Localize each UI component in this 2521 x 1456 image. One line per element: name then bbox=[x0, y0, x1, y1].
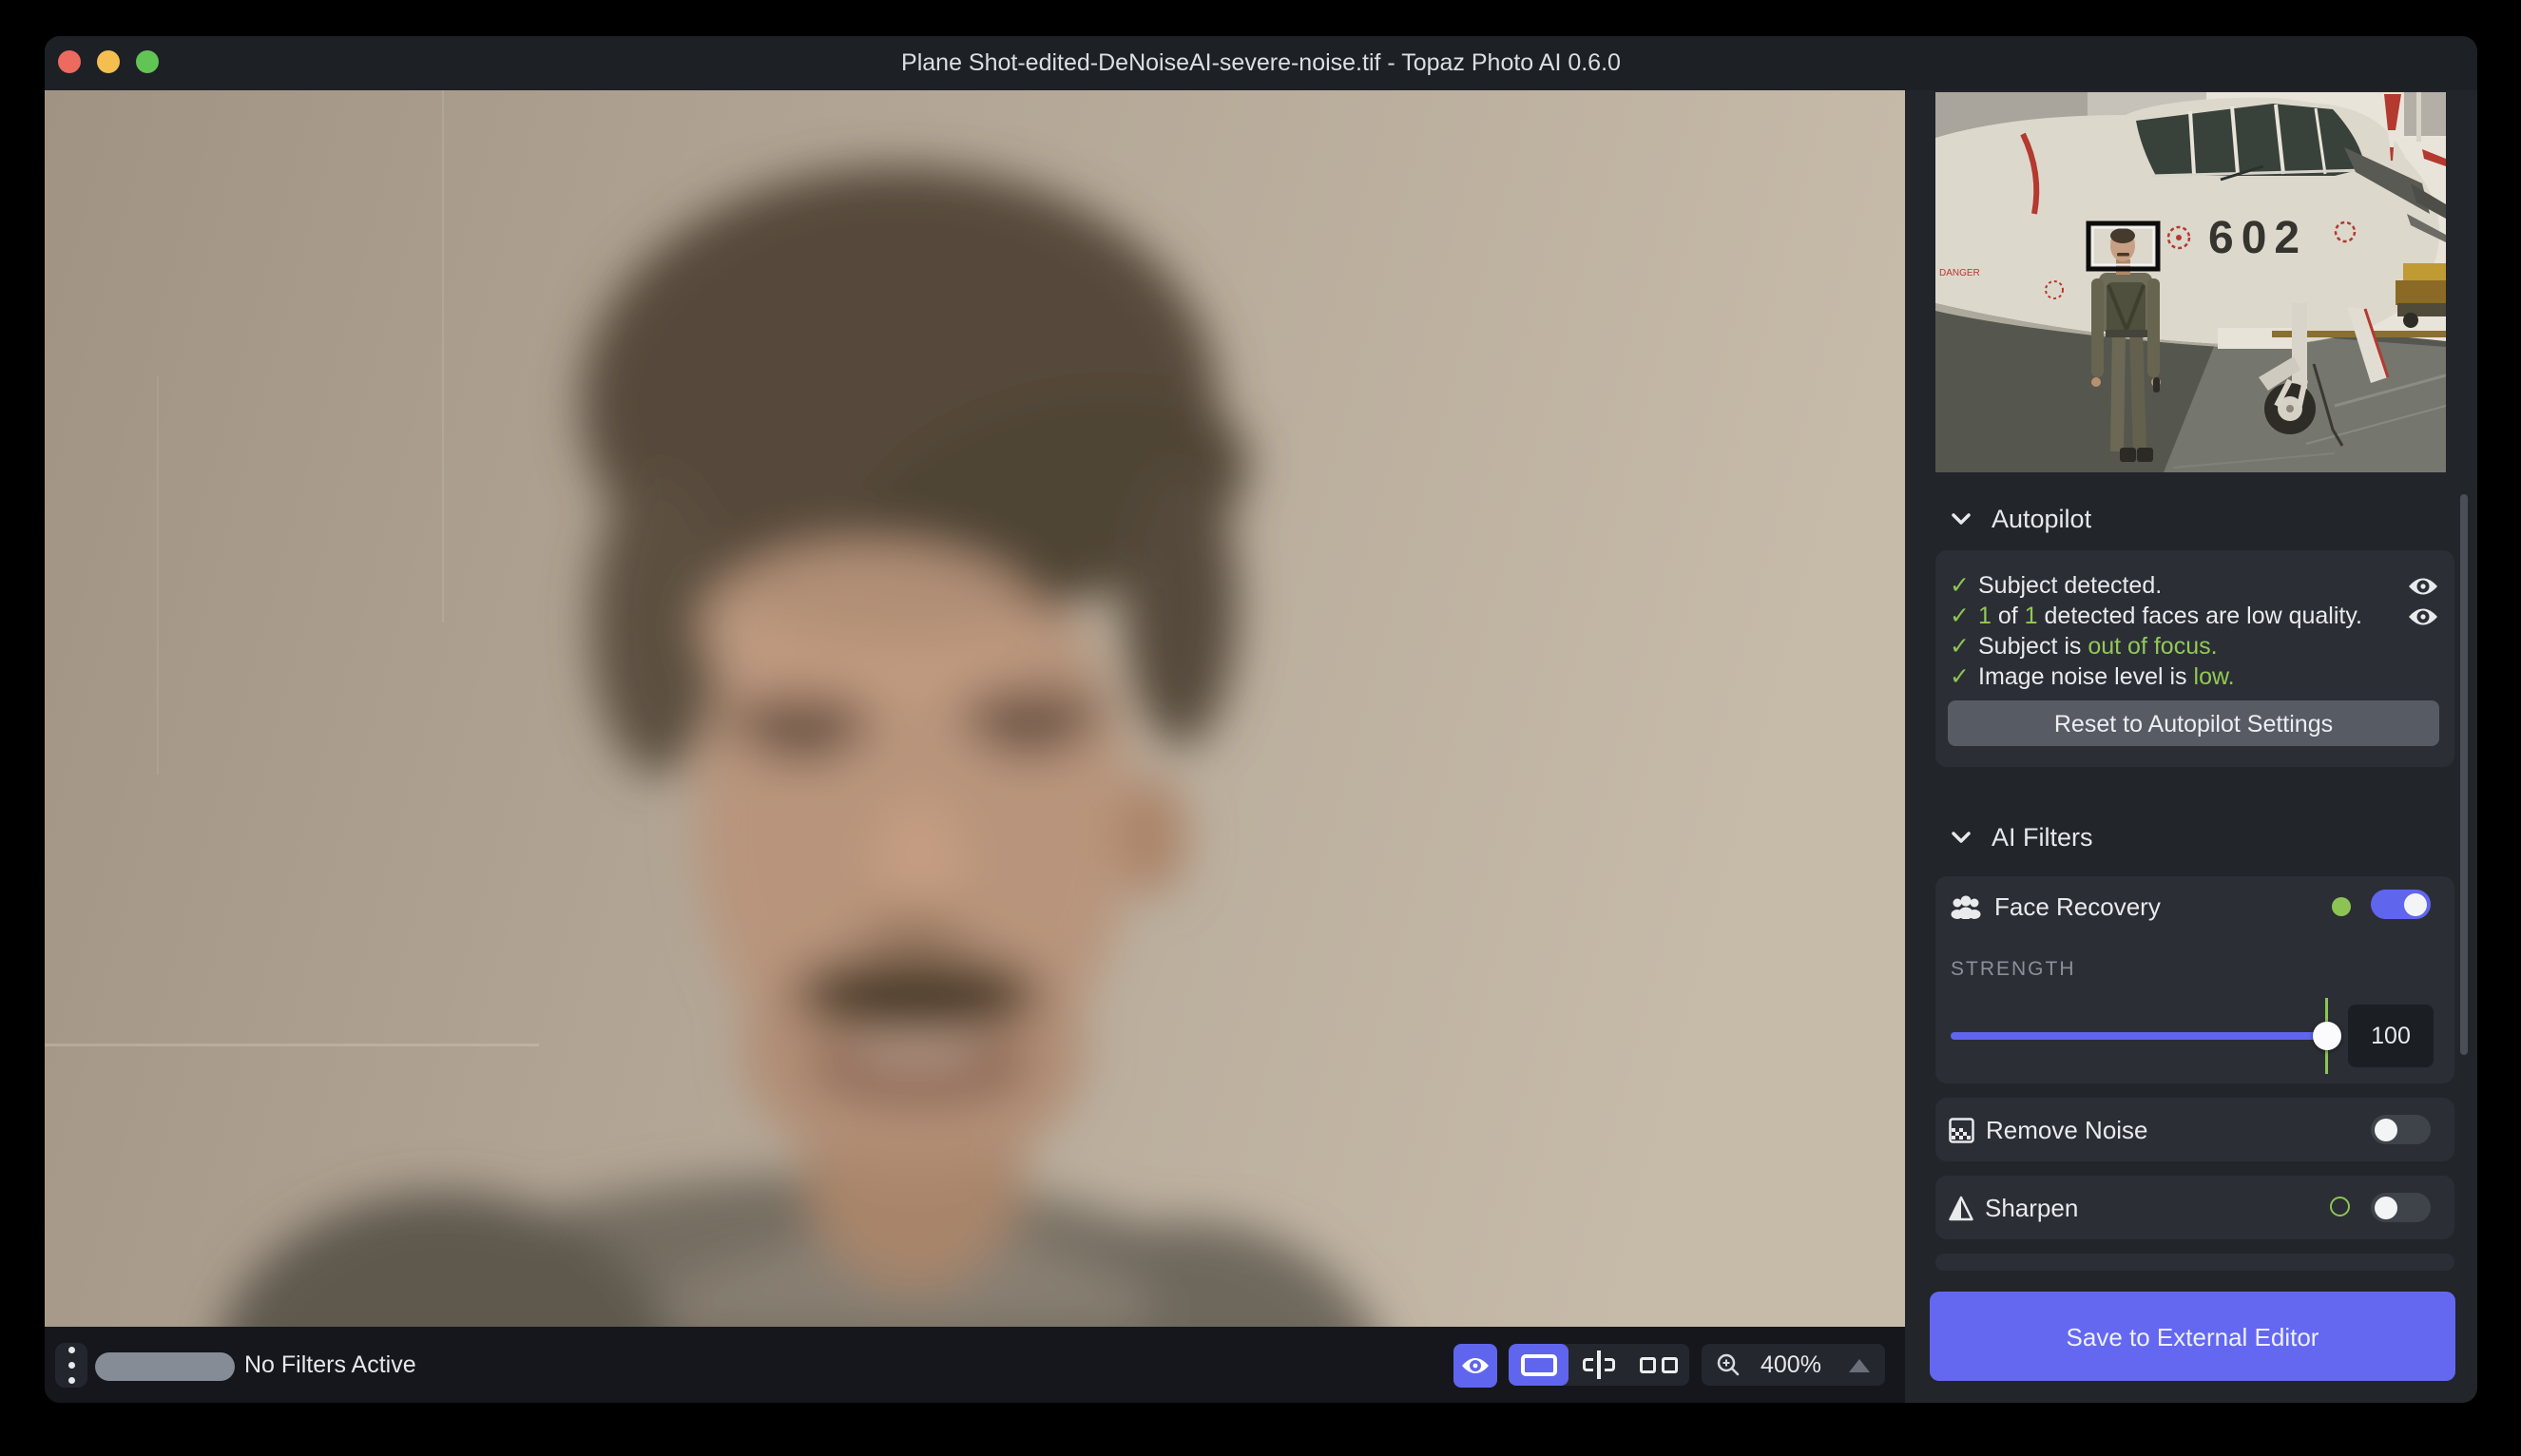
statusbar: No Filters Active bbox=[45, 1327, 1905, 1403]
autopilot-line: ✓1 of 1 detected faces are low quality. bbox=[1950, 601, 2362, 631]
autopilot-title: Autopilot bbox=[1992, 505, 2091, 534]
aircraft-number: 602 bbox=[2208, 213, 2307, 263]
autopilot-line: ✓Image noise level is low. bbox=[1950, 661, 2362, 692]
view-mode-side-by-side[interactable] bbox=[1629, 1344, 1689, 1386]
app-window: Plane Shot-edited-DeNoiseAI-severe-noise… bbox=[45, 36, 2477, 1403]
eye-icon bbox=[1460, 1355, 1491, 1376]
remove-noise-icon bbox=[1949, 1118, 1974, 1143]
strength-value-input[interactable]: 100 bbox=[2348, 1005, 2434, 1067]
screen: Plane Shot-edited-DeNoiseAI-severe-noise… bbox=[0, 0, 2521, 1456]
check-icon: ✓ bbox=[1950, 570, 1978, 601]
preview-original-button[interactable] bbox=[1453, 1344, 1497, 1388]
view-mode-single[interactable] bbox=[1509, 1344, 1568, 1386]
sharpen-label: Sharpen bbox=[1985, 1194, 2078, 1223]
next-filter-panel-partial bbox=[1935, 1254, 2454, 1271]
face-recovery-label: Face Recovery bbox=[1994, 892, 2161, 922]
sharpen-toggle[interactable] bbox=[2371, 1193, 2431, 1222]
split-view-icon bbox=[1582, 1351, 1616, 1379]
zoom-stepper-up[interactable] bbox=[1849, 1359, 1870, 1372]
single-view-icon bbox=[1521, 1354, 1557, 1376]
sidebar-scrollbar[interactable] bbox=[2460, 494, 2468, 1055]
remove-noise-label: Remove Noise bbox=[1986, 1116, 2148, 1145]
ai-filters-title: AI Filters bbox=[1992, 823, 2093, 853]
navigator-thumbnail[interactable]: 602 DANGER bbox=[1935, 92, 2446, 472]
zoom-control[interactable]: 400% bbox=[1702, 1344, 1885, 1386]
view-mode-control bbox=[1509, 1344, 1689, 1386]
view-mode-split[interactable] bbox=[1568, 1344, 1628, 1386]
chevron-down-icon bbox=[1950, 829, 1973, 846]
titlebar: Plane Shot-edited-DeNoiseAI-severe-noise… bbox=[45, 36, 2477, 90]
strength-slider[interactable] bbox=[1951, 1032, 2327, 1040]
status-text: No Filters Active bbox=[244, 1327, 416, 1403]
progress-pill bbox=[95, 1352, 235, 1381]
blurred-portrait bbox=[45, 90, 1905, 1327]
strength-label: STRENGTH bbox=[1951, 958, 2076, 981]
zoom-level: 400% bbox=[1761, 1351, 1821, 1379]
eye-icon[interactable] bbox=[2407, 575, 2439, 598]
sidebar: 602 DANGER bbox=[1905, 90, 2477, 1403]
autopilot-suggested-dot bbox=[2330, 1197, 2350, 1217]
side-by-side-icon bbox=[1640, 1357, 1678, 1373]
check-icon: ✓ bbox=[1950, 601, 1978, 631]
window-title: Plane Shot-edited-DeNoiseAI-severe-noise… bbox=[45, 36, 2477, 90]
face-recovery-icon bbox=[1949, 894, 1983, 919]
eye-icon[interactable] bbox=[2407, 605, 2439, 628]
photo-canvas[interactable] bbox=[45, 90, 1905, 1327]
reset-autopilot-button[interactable]: Reset to Autopilot Settings bbox=[1948, 700, 2439, 746]
sharpen-icon bbox=[1949, 1196, 1973, 1221]
autopilot-line: ✓Subject detected. bbox=[1950, 570, 2362, 601]
danger-label: DANGER bbox=[1939, 268, 1980, 278]
autopilot-lines: ✓Subject detected.✓1 of 1 detected faces… bbox=[1950, 570, 2362, 692]
save-external-button[interactable]: Save to External Editor bbox=[1930, 1292, 2455, 1381]
autopilot-active-dot bbox=[2332, 897, 2351, 916]
chevron-down-icon bbox=[1950, 510, 1973, 527]
more-options-button[interactable] bbox=[55, 1343, 87, 1388]
face-recovery-toggle[interactable] bbox=[2371, 890, 2431, 919]
autopilot-panel: ✓Subject detected.✓1 of 1 detected faces… bbox=[1935, 550, 2454, 767]
thumbnail-scene: 602 DANGER bbox=[1935, 92, 2446, 472]
sharpen-panel: Sharpen bbox=[1935, 1176, 2454, 1239]
remove-noise-panel: Remove Noise bbox=[1935, 1098, 2454, 1161]
autopilot-line: ✓Subject is out of focus. bbox=[1950, 631, 2362, 661]
face-recovery-panel: Face Recovery STRENGTH 100 bbox=[1935, 876, 2454, 1083]
autopilot-section-header[interactable]: Autopilot bbox=[1950, 501, 2091, 537]
ai-filters-section-header[interactable]: AI Filters bbox=[1950, 819, 2093, 855]
remove-noise-toggle[interactable] bbox=[2371, 1115, 2431, 1144]
check-icon: ✓ bbox=[1950, 661, 1978, 692]
strength-slider-handle[interactable] bbox=[2313, 1022, 2341, 1050]
zoom-in-icon bbox=[1715, 1351, 1742, 1378]
check-icon: ✓ bbox=[1950, 631, 1978, 661]
